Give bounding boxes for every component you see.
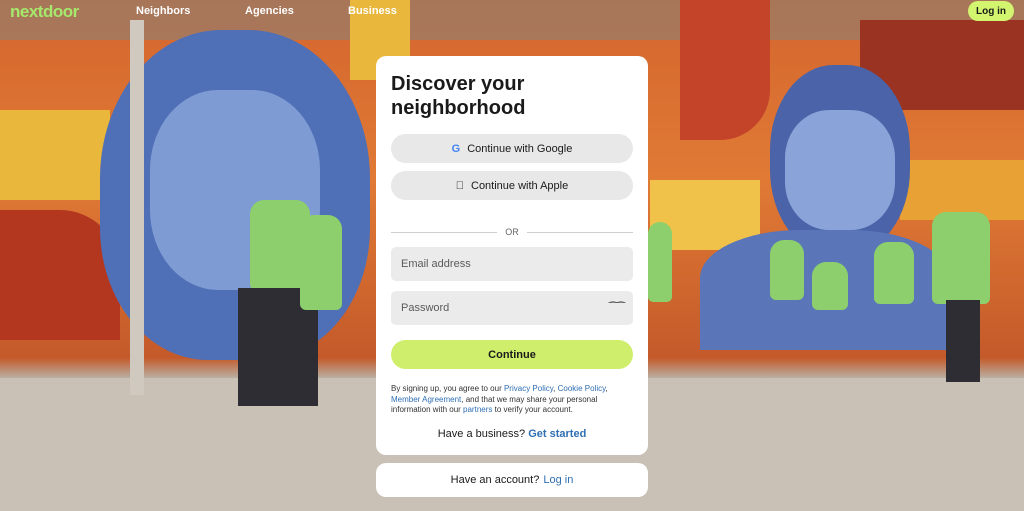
eye-closed-icon[interactable]: ⁀⁀ xyxy=(609,303,625,314)
privacy-policy-link[interactable]: Privacy Policy xyxy=(504,384,553,393)
apple-button-label: Continue with Apple xyxy=(466,179,568,192)
nav-link-business[interactable]: Business xyxy=(348,5,397,17)
business-prompt: Have a business? Get started xyxy=(437,428,587,440)
account-prompt: Have an account? xyxy=(450,474,540,486)
signup-title: Discover your neighborhood xyxy=(391,73,526,119)
login-button[interactable]: Log in xyxy=(968,1,1014,21)
legal-text: By signing up, you agree to our Privacy … xyxy=(391,384,608,414)
continue-with-google-button[interactable]: G Continue with Google xyxy=(391,134,633,163)
password-field[interactable] xyxy=(391,291,633,325)
email-field[interactable] xyxy=(391,247,633,281)
nav-link-agencies[interactable]: Agencies xyxy=(245,5,294,17)
cookie-policy-link[interactable]: Cookie Policy xyxy=(558,384,606,393)
get-started-link[interactable]: Get started xyxy=(528,428,586,440)
continue-with-apple-button[interactable]:  Continue with Apple xyxy=(391,171,633,200)
or-label: OR xyxy=(505,227,519,237)
login-card: Have an account? Log in xyxy=(376,463,648,497)
top-navigation: nextdoor Neighbors Agencies Business Log… xyxy=(0,0,1024,24)
google-button-label: Continue with Google xyxy=(467,142,573,155)
member-agreement-link[interactable]: Member Agreement xyxy=(391,395,461,404)
log-in-link[interactable]: Log in xyxy=(543,474,573,486)
nav-link-neighbors[interactable]: Neighbors xyxy=(136,5,190,17)
continue-button[interactable]: Continue xyxy=(391,340,633,369)
signup-card: Discover your neighborhood G Continue wi… xyxy=(376,56,648,455)
or-divider: OR xyxy=(391,226,633,238)
apple-icon:  xyxy=(456,180,464,192)
partners-link[interactable]: partners xyxy=(463,405,492,414)
nextdoor-logo[interactable]: nextdoor xyxy=(10,2,79,22)
google-icon: G xyxy=(451,142,461,155)
